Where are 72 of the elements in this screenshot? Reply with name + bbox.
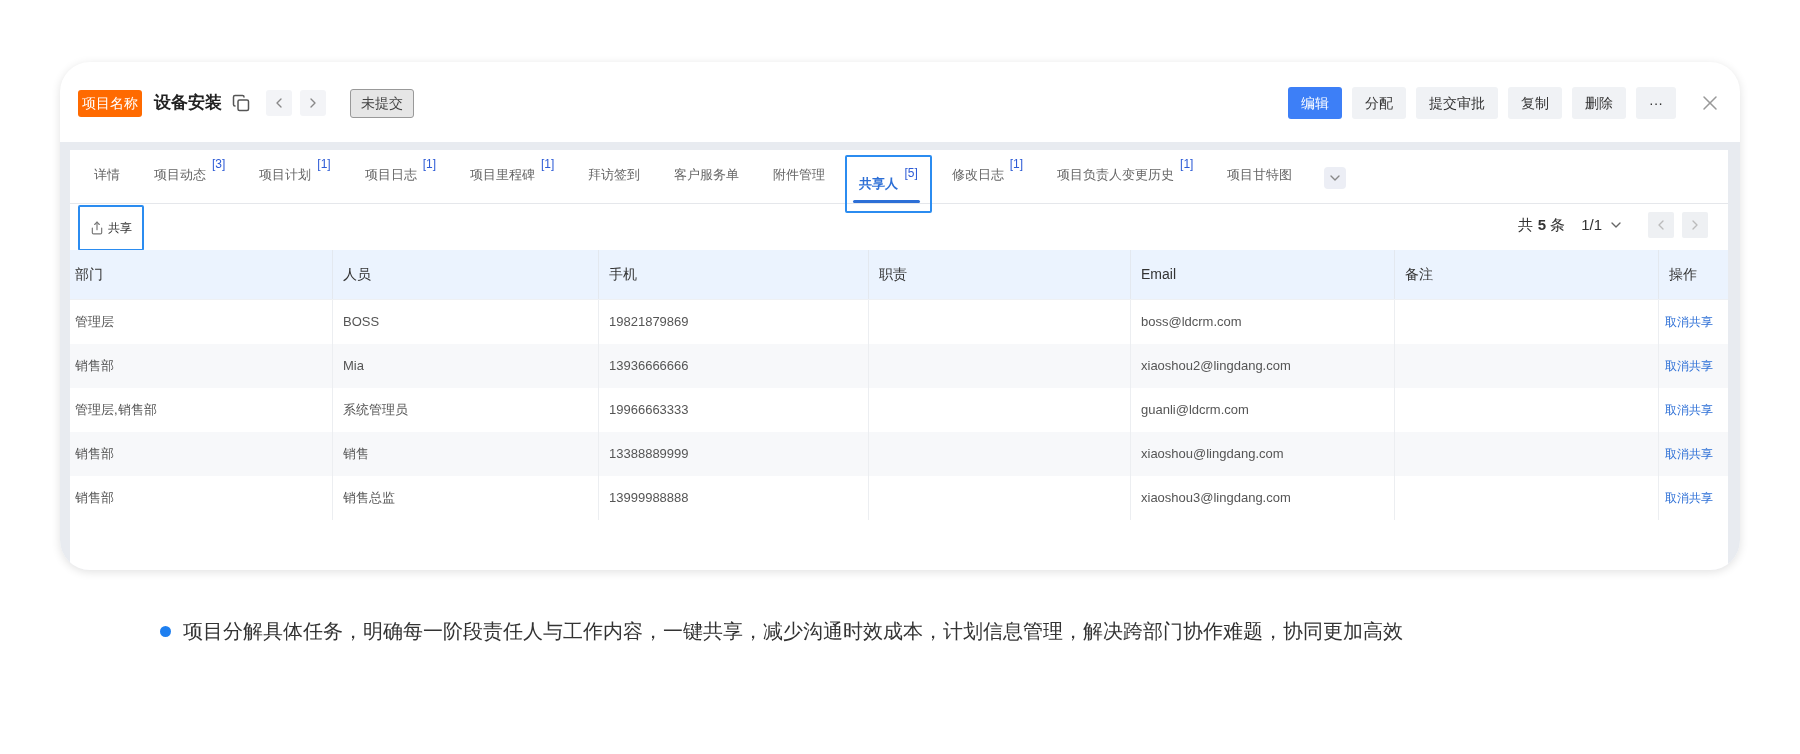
column-header: 操作: [1658, 250, 1728, 299]
action-button[interactable]: 分配: [1352, 87, 1406, 119]
next-button[interactable]: [300, 90, 326, 116]
more-tabs-button[interactable]: [1324, 167, 1347, 189]
table-cell-text: xiaoshou3@lingdang.com: [1141, 489, 1291, 508]
table-cell-text: 13388889999: [609, 445, 689, 464]
table-cell-text: 管理层: [75, 313, 114, 332]
action-button[interactable]: 编辑: [1288, 87, 1342, 119]
tab-count: [3]: [212, 156, 226, 174]
unshare-link[interactable]: 取消共享: [1665, 357, 1713, 375]
table-cell-text: BOSS: [343, 313, 380, 332]
tab[interactable]: 项目里程碑 [1]: [456, 147, 569, 203]
unshare-link[interactable]: 取消共享: [1665, 489, 1713, 507]
tab[interactable]: 项目日志 [1]: [350, 147, 451, 203]
table-cell-text: 销售部: [75, 489, 114, 508]
previous-button[interactable]: [266, 90, 292, 116]
tab[interactable]: 附件管理: [759, 147, 840, 203]
tab-count: [1]: [1009, 156, 1024, 174]
tab[interactable]: 客户服务单: [660, 147, 754, 203]
tab[interactable]: 项目动态 [3]: [140, 147, 240, 203]
table-cell-text: 管理层,销售部: [75, 401, 157, 420]
table-cell-text: 销售总监: [343, 489, 395, 508]
table-cell-text: 系统管理员: [343, 401, 408, 420]
table-cell-text: 销售部: [75, 445, 114, 464]
tab[interactable]: 项目甘特图: [1213, 147, 1307, 203]
table-cell-text: 销售部: [75, 357, 114, 376]
page-select[interactable]: 1/1: [1581, 213, 1624, 237]
table-cell-text: xiaoshou@lingdang.com: [1141, 445, 1284, 464]
share-button[interactable]: 共享: [78, 205, 144, 251]
active-tab-underline: [853, 200, 920, 203]
column-header: Email: [1130, 250, 1394, 299]
action-button[interactable]: 删除: [1572, 87, 1626, 119]
tab-count: [5]: [904, 165, 918, 183]
table-cell-text: 销售: [343, 445, 369, 464]
tab[interactable]: 项目负责人变更历史 [1]: [1043, 147, 1208, 203]
action-button[interactable]: 提交审批: [1416, 87, 1498, 119]
action-button[interactable]: ···: [1636, 87, 1676, 119]
table-cell-text: 19966663333: [609, 401, 689, 420]
column-header: 备注: [1394, 250, 1658, 299]
next-page-button[interactable]: [1682, 212, 1708, 238]
project-title: 设备安装: [154, 92, 222, 115]
tab-count: [1]: [1180, 156, 1194, 174]
table-cell-text: xiaoshou2@lingdang.com: [1141, 357, 1291, 376]
column-header: 部门: [74, 265, 104, 284]
unshare-link[interactable]: 取消共享: [1665, 401, 1713, 419]
table-cell-text: 13999988888: [609, 489, 689, 508]
caption-text: 项目分解具体任务，明确每一阶段责任人与工作内容，一键共享，减少沟通时效成本，计划信息管理，解决跨部门协作难题，协同更加高效: [183, 619, 1403, 644]
tab[interactable]: 共享人 [5]: [845, 155, 932, 213]
column-header: 职责: [868, 250, 1130, 299]
table-cell-text: boss@ldcrm.com: [1141, 313, 1242, 332]
table-cell-text: 19821879869: [609, 313, 689, 332]
previous-page-button[interactable]: [1648, 212, 1674, 238]
column-header: 手机: [598, 250, 868, 299]
table-cell-text: 13936666666: [609, 357, 689, 376]
unshare-link[interactable]: 取消共享: [1665, 445, 1713, 463]
project-badge: 项目名称: [78, 89, 142, 117]
total-count: 共 5 条: [1518, 214, 1566, 235]
tab[interactable]: 详情: [80, 147, 134, 203]
tab[interactable]: 项目计划 [1]: [245, 147, 345, 203]
tab[interactable]: 拜访签到: [574, 147, 655, 203]
tab-count: [1]: [541, 156, 555, 174]
column-header: 人员: [332, 250, 598, 299]
action-button[interactable]: 复制: [1508, 87, 1562, 119]
share-icon: [90, 221, 104, 235]
unshare-link[interactable]: 取消共享: [1665, 313, 1713, 331]
tab-count: [1]: [422, 156, 437, 174]
table-cell-text: Mia: [343, 357, 364, 376]
table-cell-text: guanli@ldcrm.com: [1141, 401, 1249, 420]
tab[interactable]: 修改日志 [1]: [937, 147, 1038, 203]
status-tag: 未提交: [350, 88, 414, 118]
tab-count: [1]: [317, 156, 331, 174]
copy-icon[interactable]: [232, 94, 250, 112]
